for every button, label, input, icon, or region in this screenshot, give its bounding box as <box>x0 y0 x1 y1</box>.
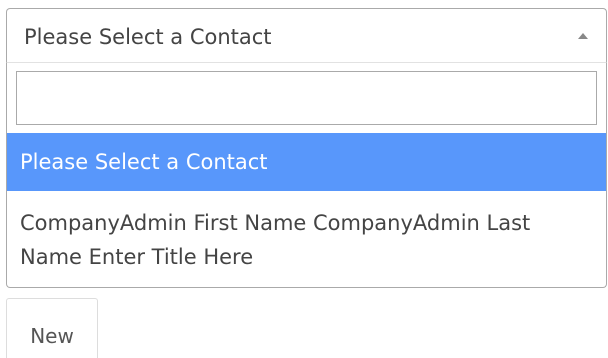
contact-select-toggle[interactable]: Please Select a Contact <box>6 8 607 63</box>
contact-options-list: Please Select a Contact CompanyAdmin Fir… <box>7 133 606 287</box>
triangle-up-icon[interactable] <box>578 33 588 39</box>
contact-search-input[interactable] <box>16 71 597 125</box>
contact-search-container <box>7 63 606 133</box>
contact-option-company-admin[interactable]: CompanyAdmin First Name CompanyAdmin Las… <box>7 191 606 287</box>
new-contact-button[interactable]: New <box>6 298 98 358</box>
contact-option-please-select[interactable]: Please Select a Contact <box>7 133 606 191</box>
contact-select-dropdown: Please Select a Contact CompanyAdmin Fir… <box>6 63 607 288</box>
contact-select-selected-value: Please Select a Contact <box>24 25 272 49</box>
contact-select[interactable]: Please Select a Contact Please Select a … <box>6 8 607 288</box>
